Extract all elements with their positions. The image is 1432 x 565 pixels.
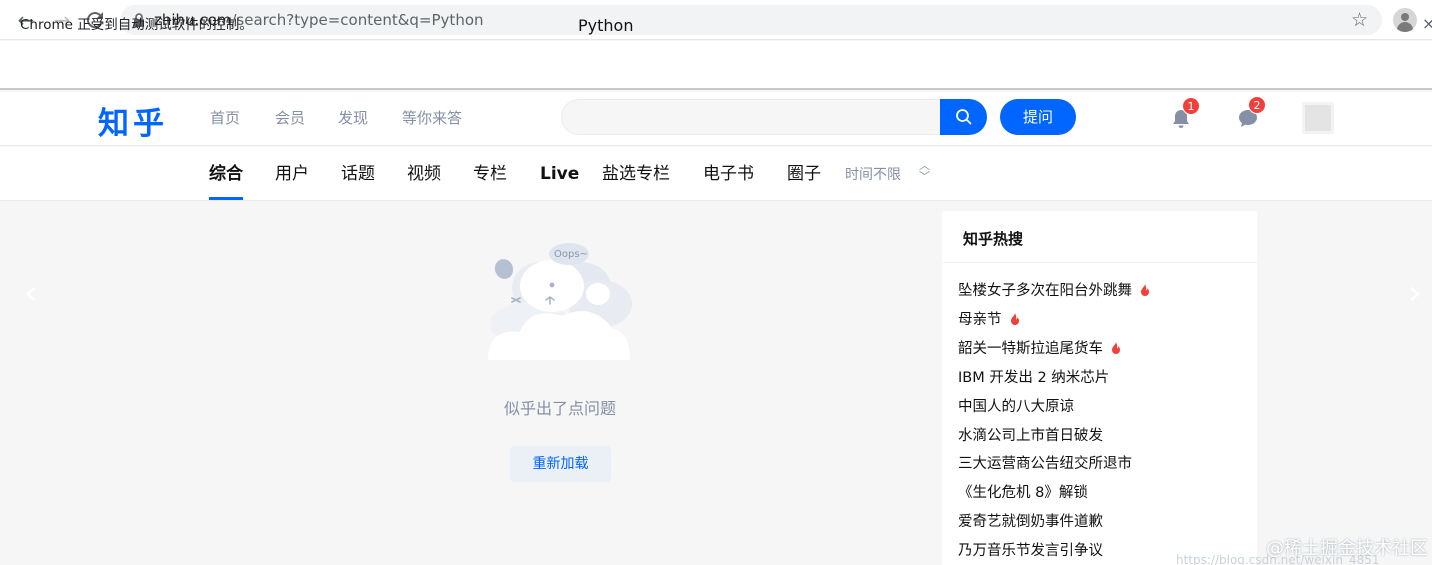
tab-ebooks[interactable]: 电子书 [703, 163, 754, 185]
hot-search-title: 知乎热搜 [963, 230, 1024, 248]
url-path: /search?type=content&q=Python [231, 11, 484, 29]
notifications-badge: 1 [1182, 97, 1200, 115]
messages-badge: 2 [1248, 96, 1266, 114]
close-icon[interactable]: × [1422, 14, 1432, 33]
tab-general[interactable]: 综合 [209, 163, 243, 185]
fire-icon [1010, 313, 1019, 325]
hot-search-item[interactable]: 韶关一特斯拉追尾货车 [958, 338, 1123, 360]
error-illustration: Oops~ [470, 236, 650, 364]
nav-membership[interactable]: 会员 [275, 108, 305, 128]
hot-search-item-text: 《生化危机 8》解锁 [958, 485, 1088, 501]
info-bar-text: Chrome 正受到自动测试软件的控制。 [20, 17, 253, 33]
hot-search-item-text: 中国人的八大原谅 [958, 399, 1074, 415]
search-input[interactable] [561, 99, 940, 135]
watermark-site: @稀土掘金技术社区 [1266, 538, 1428, 559]
tab-videos[interactable]: 视频 [407, 163, 441, 185]
hot-search-item[interactable]: 乃万音乐节发言引争议 [958, 540, 1103, 562]
oops-label: Oops~ [554, 249, 588, 260]
hot-search-item-text: 三大运营商公告纽交所退市 [958, 456, 1132, 472]
hot-search-item-text: IBM 开发出 2 纳米芯片 [958, 370, 1110, 386]
hot-search-item-text: 坠楼女子多次在阳台外跳舞 [958, 283, 1132, 299]
time-filter-select[interactable]: 时间不限 [845, 166, 901, 184]
search-button[interactable] [940, 99, 987, 135]
hot-search-item-text: 韶关一特斯拉追尾货车 [958, 341, 1103, 357]
tab-users[interactable]: 用户 [275, 163, 309, 185]
error-message: 似乎出了点问题 [503, 399, 616, 418]
nav-discover[interactable]: 发现 [338, 108, 368, 128]
hot-search-item-text: 母亲节 [958, 312, 1002, 328]
hot-search-item[interactable]: 坠楼女子多次在阳台外跳舞 [958, 280, 1152, 302]
reload-button[interactable]: 重新加载 [510, 446, 611, 482]
tab-circles[interactable]: 圈子 [787, 163, 821, 185]
hot-search-item-text: 水滴公司上市首日破发 [958, 428, 1103, 444]
hot-search-item-text: 爱奇艺就倒奶事件道歉 [958, 514, 1103, 530]
divider [942, 262, 1257, 263]
search-icon [956, 109, 972, 125]
hot-search-item[interactable]: 中国人的八大原谅 [958, 396, 1074, 418]
nav-waiting-answers[interactable]: 等你来答 [402, 108, 462, 128]
chevron-updown-icon[interactable]: ︿ ﹀ [919, 160, 930, 182]
ask-button[interactable]: 提问 [1000, 99, 1076, 135]
active-tab-indicator [209, 197, 243, 200]
avatar[interactable] [1302, 102, 1334, 134]
chevron-left-icon[interactable]: ‹ [24, 276, 38, 310]
star-icon[interactable]: ☆ [1351, 8, 1368, 32]
tab-topics[interactable]: 话题 [341, 163, 375, 185]
chevron-right-icon[interactable]: › [1408, 276, 1422, 310]
hot-search-item[interactable]: 母亲节 [958, 309, 1022, 331]
hot-search-item-text: 乃万音乐节发言引争议 [958, 543, 1103, 559]
tab-salt-columns[interactable]: 盐选专栏 [602, 163, 670, 185]
fire-icon [1112, 342, 1120, 354]
tab-columns[interactable]: 专栏 [473, 163, 507, 185]
fire-icon [1141, 284, 1149, 296]
hot-search-item[interactable]: 三大运营商公告纽交所退市 [958, 453, 1132, 475]
tab-live[interactable]: Live [540, 163, 579, 185]
nav-home[interactable]: 首页 [210, 108, 240, 128]
automation-info-bar [0, 41, 1432, 90]
zhihu-logo[interactable]: 知乎 [98, 98, 168, 143]
search-input-value[interactable]: Python [578, 16, 633, 36]
hot-search-item[interactable]: 爱奇艺就倒奶事件道歉 [958, 511, 1103, 533]
profile-icon[interactable] [1393, 8, 1417, 32]
hot-search-item[interactable]: IBM 开发出 2 纳米芯片 [958, 367, 1109, 389]
hot-search-item[interactable]: 水滴公司上市首日破发 [958, 425, 1103, 447]
hot-search-item[interactable]: 《生化危机 8》解锁 [958, 482, 1088, 504]
search-tabs: 综合 用户 话题 视频 专栏 Live 盐选专栏 电子书 圈子 时间不限 ︿ ﹀ [0, 147, 1432, 201]
site-header: 知乎 首页 会员 发现 等你来答 提问 1 2 [0, 92, 1432, 146]
